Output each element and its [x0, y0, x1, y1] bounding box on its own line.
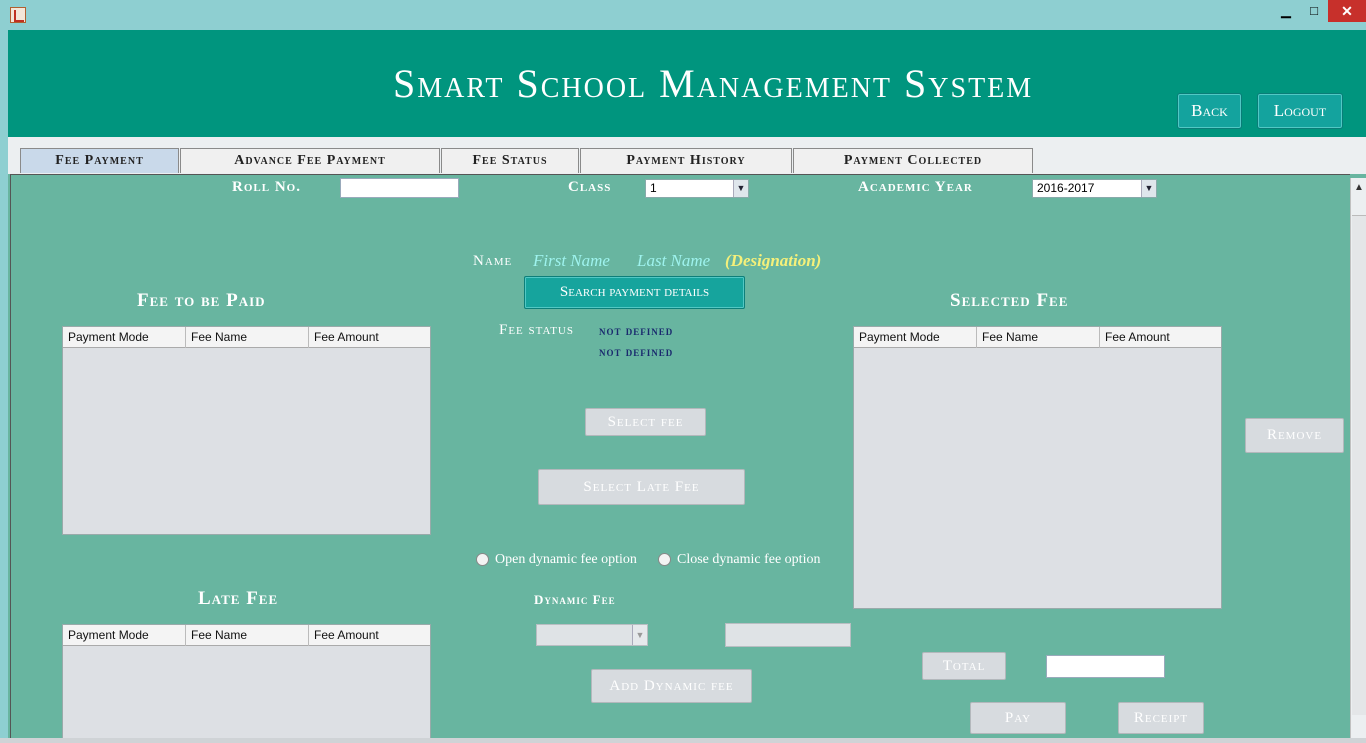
java-app-icon	[10, 7, 26, 23]
table-header: Payment Mode Fee Name Fee Amount	[854, 327, 1221, 348]
table-header: Payment Mode Fee Name Fee Amount	[63, 327, 430, 348]
receipt-button[interactable]: Receipt	[1118, 702, 1204, 734]
designation-value: (Designation)	[725, 251, 822, 270]
remove-button[interactable]: Remove	[1245, 418, 1344, 453]
roll-no-label: Roll No.	[232, 179, 301, 195]
fee-status-value-2: not defined	[599, 344, 674, 359]
search-payment-details-button[interactable]: Search payment details	[524, 276, 745, 309]
class-label: Class	[568, 179, 612, 195]
close-dynamic-fee-radio[interactable]	[658, 553, 671, 566]
selected-fee-title: Selected Fee	[950, 290, 1069, 311]
window-titlebar: ▁ □ ✕	[0, 0, 1366, 30]
table-header: Payment Mode Fee Name Fee Amount	[63, 625, 430, 646]
scroll-up-icon[interactable]: ▲	[1354, 182, 1364, 193]
bottom-edge	[0, 738, 1366, 743]
academic-year-value: 2016-2017	[1037, 181, 1095, 195]
close-button[interactable]: ✕	[1328, 0, 1366, 22]
dynamic-fee-amount-input[interactable]	[725, 623, 851, 647]
dynamic-fee-select[interactable]: ▼	[536, 624, 648, 646]
selected-fee-table[interactable]: Payment Mode Fee Name Fee Amount	[853, 326, 1222, 609]
minimize-button[interactable]: ▁	[1272, 0, 1300, 22]
first-name-value: First Name	[533, 251, 610, 270]
academic-year-select[interactable]: 2016-2017 ▼	[1032, 179, 1157, 198]
tab-fee-payment[interactable]: Fee Payment	[20, 148, 179, 173]
tab-advance-fee-payment[interactable]: Advance Fee Payment	[180, 148, 440, 173]
last-name-value: Last Name	[637, 251, 711, 270]
column-header[interactable]: Fee Amount	[1100, 327, 1221, 348]
column-header[interactable]: Fee Amount	[309, 327, 430, 348]
tab-payment-collected[interactable]: Payment Collected	[793, 148, 1033, 173]
chevron-down-icon[interactable]: ▼	[1141, 180, 1156, 197]
name-label: Name	[473, 253, 513, 269]
select-late-fee-button[interactable]: Select Late Fee	[538, 469, 745, 505]
logout-button[interactable]: Logout	[1257, 93, 1343, 129]
fee-status-value: not defined	[599, 323, 674, 338]
scrollbar-thumb[interactable]	[1352, 215, 1366, 715]
late-fee-table[interactable]: Payment Mode Fee Name Fee Amount	[62, 624, 431, 743]
dynamic-fee-label: Dynamic Fee	[534, 592, 616, 607]
vertical-scrollbar[interactable]: ▲	[1350, 178, 1366, 743]
chevron-down-icon[interactable]: ▼	[733, 180, 748, 197]
close-dynamic-fee-label[interactable]: Close dynamic fee option	[677, 552, 820, 568]
app-title: Smart School Management System	[393, 61, 1034, 106]
total-button[interactable]: Total	[922, 652, 1006, 680]
column-header[interactable]: Fee Name	[977, 327, 1100, 348]
class-select-value: 1	[650, 181, 657, 195]
open-dynamic-fee-label[interactable]: Open dynamic fee option	[495, 552, 637, 568]
select-fee-button[interactable]: Select fee	[585, 408, 706, 436]
fee-to-be-paid-table[interactable]: Payment Mode Fee Name Fee Amount	[62, 326, 431, 535]
column-header[interactable]: Payment Mode	[63, 625, 186, 646]
tab-payment-history[interactable]: Payment History	[580, 148, 792, 173]
fee-status-label: Fee status	[499, 322, 574, 338]
fee-to-be-paid-title: Fee to be Paid	[137, 290, 266, 311]
column-header[interactable]: Payment Mode	[854, 327, 977, 348]
pay-button[interactable]: Pay	[970, 702, 1066, 734]
academic-year-label: Academic Year	[858, 179, 973, 195]
column-header[interactable]: Fee Amount	[309, 625, 430, 646]
chevron-down-icon[interactable]: ▼	[632, 625, 647, 645]
column-header[interactable]: Fee Name	[186, 327, 309, 348]
column-header[interactable]: Payment Mode	[63, 327, 186, 348]
roll-no-input[interactable]	[340, 178, 459, 198]
class-select[interactable]: 1 ▼	[645, 179, 749, 198]
add-dynamic-fee-button[interactable]: Add Dynamic fee	[591, 669, 752, 703]
window-left-border	[0, 30, 8, 743]
column-header[interactable]: Fee Name	[186, 625, 309, 646]
back-button[interactable]: Back	[1177, 93, 1242, 129]
late-fee-title: Late Fee	[198, 588, 279, 609]
open-dynamic-fee-radio[interactable]	[476, 553, 489, 566]
maximize-button[interactable]: □	[1300, 0, 1328, 22]
total-input[interactable]	[1046, 655, 1165, 678]
tab-fee-status[interactable]: Fee Status	[441, 148, 579, 173]
